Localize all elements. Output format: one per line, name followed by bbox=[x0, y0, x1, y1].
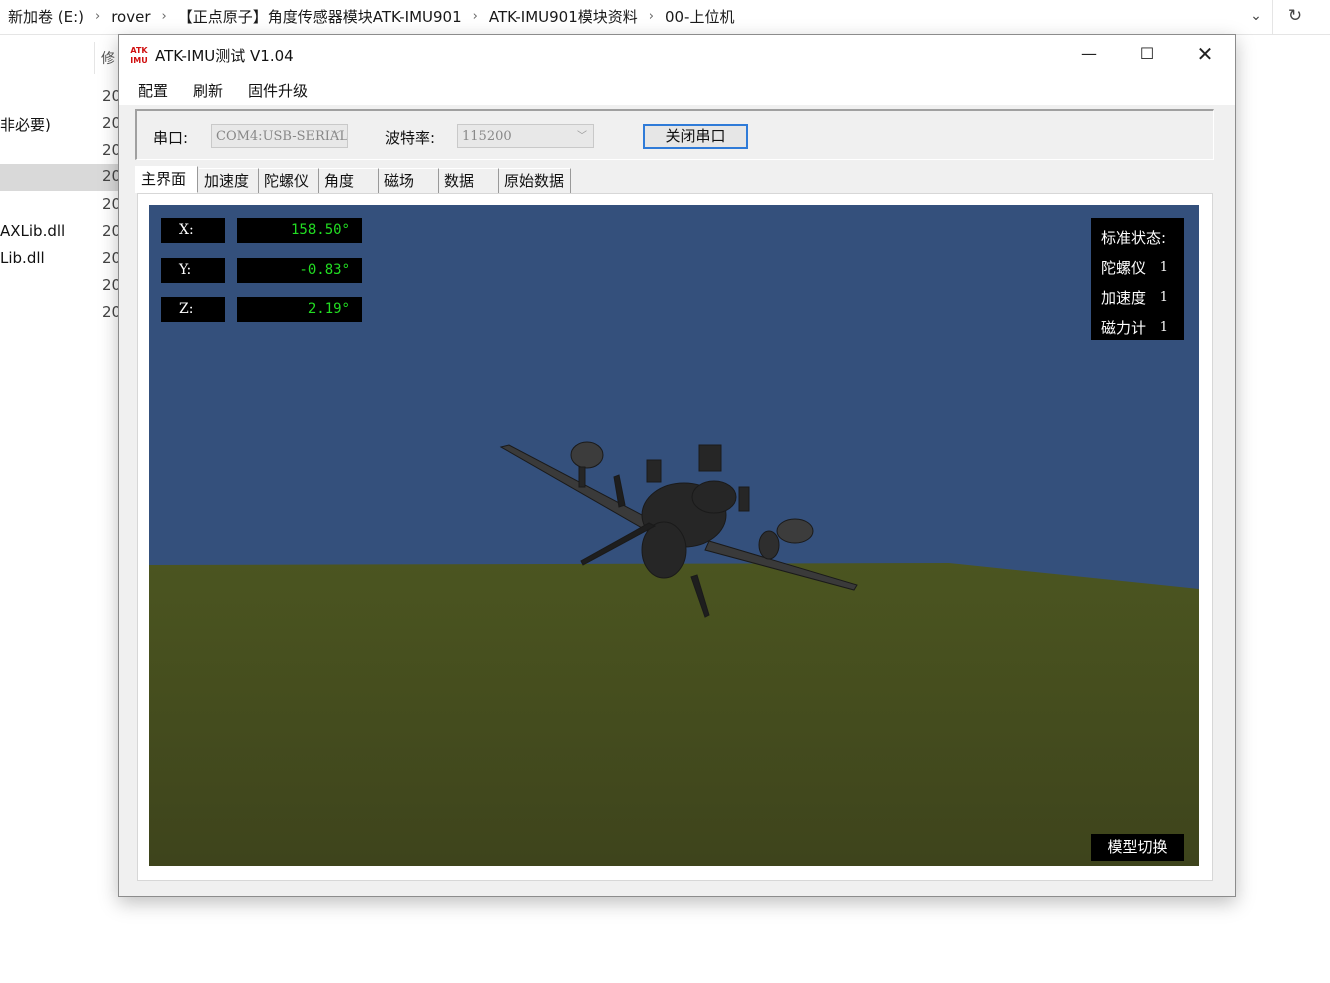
list-item-selected[interactable]: 20 bbox=[0, 164, 121, 191]
menu-config[interactable]: 配置 bbox=[138, 80, 168, 101]
chevron-right-icon: › bbox=[95, 9, 101, 24]
status-gyro-label: 陀螺仪 bbox=[1101, 259, 1147, 277]
tab-angle[interactable]: 角度 bbox=[319, 168, 379, 193]
breadcrumb-docs[interactable]: ATK-IMU901模块资料 bbox=[489, 6, 638, 27]
list-item[interactable]: Lib.dll 20 bbox=[0, 246, 121, 273]
chevron-down-icon: ﹀ bbox=[331, 131, 341, 142]
list-item[interactable]: 20 bbox=[0, 273, 121, 300]
explorer-address-bar[interactable]: 新加卷 (E:) › rover › 【正点原子】角度传感器模块ATK-IMU9… bbox=[0, 0, 1330, 35]
tab-gyroscope[interactable]: 陀螺仪 bbox=[259, 168, 319, 193]
tab-acceleration[interactable]: 加速度 bbox=[199, 168, 259, 193]
y-axis-label: Y: bbox=[161, 258, 225, 283]
svg-text:IMU: IMU bbox=[130, 56, 147, 64]
port-label: 串口: bbox=[153, 129, 189, 147]
tab-raw-data[interactable]: 原始数据 bbox=[499, 168, 571, 193]
column-divider bbox=[94, 42, 95, 74]
status-gyro-value: 1 bbox=[1159, 260, 1168, 275]
calibration-status-panel: 标准状态: 陀螺仪 1 加速度 1 磁力计 1 bbox=[1091, 218, 1184, 340]
refresh-icon[interactable]: ↻ bbox=[1284, 5, 1306, 27]
atk-imu-logo-icon: ATK IMU bbox=[129, 44, 149, 64]
list-item[interactable]: 20 bbox=[0, 192, 121, 219]
maximize-icon[interactable]: ☐ bbox=[1118, 35, 1176, 73]
app-window: ATK IMU ATK-IMU测试 V1.04 — ☐ ✕ 配置 刷新 固件升级… bbox=[118, 34, 1236, 897]
chevron-down-icon: ﹀ bbox=[577, 131, 587, 142]
close-icon[interactable]: ✕ bbox=[1176, 35, 1234, 73]
breadcrumb-rover[interactable]: rover bbox=[111, 8, 150, 26]
breadcrumb-module[interactable]: 【正点原子】角度传感器模块ATK-IMU901 bbox=[178, 6, 462, 27]
3d-attitude-view[interactable]: X: 158.50° Y: -0.83° Z: 2.19° 标准状态: 陀螺仪 1… bbox=[149, 205, 1199, 866]
tab-data[interactable]: 数据 bbox=[439, 168, 499, 193]
title-bar[interactable]: ATK IMU ATK-IMU测试 V1.04 — ☐ ✕ bbox=[119, 35, 1235, 73]
port-select-value: COM4:USB-SERIAL bbox=[216, 129, 348, 144]
list-item[interactable]: 20 bbox=[0, 300, 121, 327]
status-accel-label: 加速度 bbox=[1101, 289, 1147, 307]
y-angle-value: -0.83° bbox=[237, 258, 362, 283]
menu-bar: 配置 刷新 固件升级 bbox=[119, 73, 1235, 105]
status-mag: 磁力计 1 bbox=[1101, 313, 1174, 343]
ground-plane bbox=[149, 563, 1199, 866]
list-item[interactable]: AXLib.dll 20 bbox=[0, 219, 121, 246]
chevron-down-icon[interactable]: ⌄ bbox=[1246, 6, 1266, 26]
file-name: 非必要) bbox=[0, 116, 51, 134]
z-angle-value: 2.19° bbox=[237, 297, 362, 322]
column-header-modified[interactable]: 修 bbox=[101, 48, 115, 68]
svg-text:ATK: ATK bbox=[130, 46, 148, 55]
status-mag-label: 磁力计 bbox=[1101, 319, 1147, 337]
breadcrumb-current[interactable]: 00-上位机 bbox=[665, 6, 735, 27]
z-axis-label: Z: bbox=[161, 297, 225, 322]
baud-select-value: 115200 bbox=[462, 129, 512, 144]
chevron-right-icon: › bbox=[472, 9, 478, 24]
tab-magnetic[interactable]: 磁场 bbox=[379, 168, 439, 193]
status-gyro: 陀螺仪 1 bbox=[1101, 253, 1174, 283]
x-axis-label: X: bbox=[161, 218, 225, 243]
port-select[interactable]: COM4:USB-SERIAL ﹀ bbox=[211, 124, 348, 148]
close-port-button[interactable]: 关闭串口 bbox=[643, 124, 748, 149]
status-title: 标准状态: bbox=[1101, 229, 1167, 247]
x-angle-value: 158.50° bbox=[237, 218, 362, 243]
list-item[interactable]: 非必要) 20 bbox=[0, 111, 121, 138]
baud-select[interactable]: 115200 ﹀ bbox=[457, 124, 594, 148]
status-accel: 加速度 1 bbox=[1101, 283, 1174, 313]
chevron-right-icon: › bbox=[161, 9, 167, 24]
file-name: Lib.dll bbox=[0, 249, 45, 267]
breadcrumb[interactable]: 新加卷 (E:) › rover › 【正点原子】角度传感器模块ATK-IMU9… bbox=[8, 6, 734, 27]
breadcrumb-drive[interactable]: 新加卷 (E:) bbox=[8, 6, 84, 27]
window-title: ATK-IMU测试 V1.04 bbox=[155, 47, 294, 65]
menu-refresh[interactable]: 刷新 bbox=[193, 80, 223, 101]
status-mag-value: 1 bbox=[1159, 320, 1168, 335]
file-name: AXLib.dll bbox=[0, 222, 66, 240]
baud-label: 波特率: bbox=[385, 129, 436, 147]
status-accel-value: 1 bbox=[1159, 290, 1168, 305]
model-switch-button[interactable]: 模型切换 bbox=[1091, 834, 1184, 861]
menu-firmware-upgrade[interactable]: 固件升级 bbox=[248, 80, 308, 101]
list-item[interactable]: 20 bbox=[0, 84, 121, 111]
chevron-right-icon: › bbox=[648, 9, 654, 24]
list-item[interactable]: 20 bbox=[0, 138, 121, 165]
tab-main[interactable]: 主界面 bbox=[135, 166, 198, 193]
divider bbox=[1272, 0, 1273, 34]
minimize-icon[interactable]: — bbox=[1060, 35, 1118, 73]
